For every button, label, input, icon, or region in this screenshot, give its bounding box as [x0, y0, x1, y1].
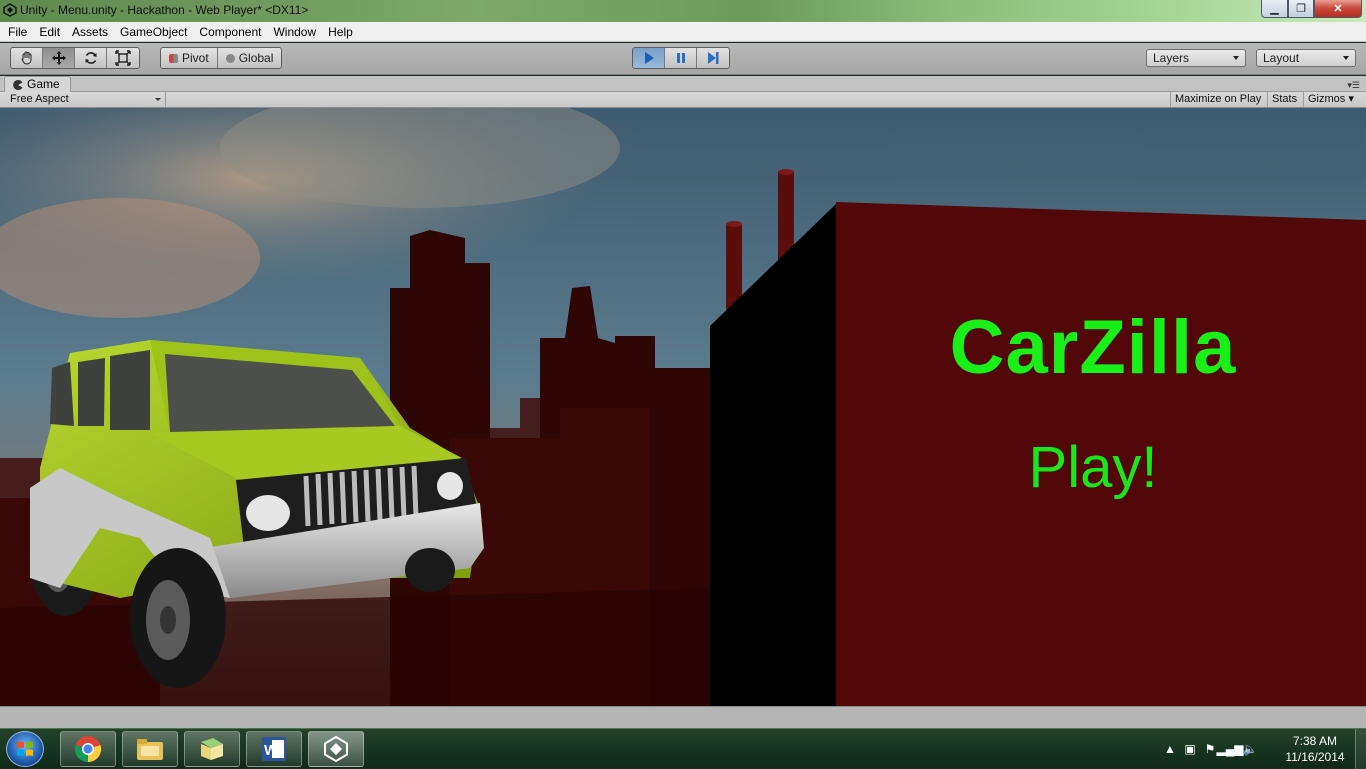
layout-label: Layout [1263, 51, 1300, 65]
tab-game[interactable]: Game [4, 76, 71, 92]
scale-icon [115, 50, 131, 66]
panel-menu-icon[interactable]: ▾☰ [1347, 80, 1360, 91]
minimize-button[interactable]: ▁ [1261, 0, 1288, 18]
menu-component[interactable]: Component [193, 22, 267, 42]
rotate-tool-button[interactable] [75, 48, 107, 68]
game-view[interactable]: CarZilla Play! [0, 108, 1366, 706]
scale-tool-button[interactable] [107, 48, 139, 68]
menu-window[interactable]: Window [267, 22, 322, 42]
windows-logo-icon [17, 741, 33, 756]
status-bar [0, 706, 1366, 728]
file-explorer-icon [137, 739, 163, 760]
taskbar-clock[interactable]: 7:38 AM 11/16/2014 [1280, 733, 1350, 765]
tray-overflow-icon[interactable]: ▲ [1160, 739, 1180, 759]
svg-text:W: W [264, 742, 279, 759]
play-game-button[interactable]: Play! [900, 434, 1286, 501]
chevron-down-icon [1343, 56, 1349, 60]
aspect-label: Free Aspect [10, 93, 69, 105]
menu-edit[interactable]: Edit [33, 22, 66, 42]
close-icon: ✕ [1333, 3, 1343, 15]
chevron-down-icon [1233, 56, 1239, 60]
taskbar-file-explorer[interactable] [122, 731, 178, 767]
chrome-icon [74, 736, 102, 763]
menu-help[interactable]: Help [322, 22, 359, 42]
menu-file[interactable]: File [2, 22, 33, 42]
play-icon [644, 52, 654, 64]
network-device-icon[interactable]: ▣ [1180, 739, 1200, 759]
layers-label: Layers [1153, 51, 1190, 65]
maximize-on-play-toggle[interactable]: Maximize on Play [1170, 92, 1265, 107]
main-toolbar: Pivot Global Layers Layout [0, 43, 1366, 75]
minimize-icon: ▁ [1270, 3, 1279, 15]
taskbar-folder[interactable] [184, 731, 240, 767]
signal-bars-icon[interactable]: ▂▄▆ [1217, 739, 1244, 759]
game-title: CarZilla [949, 305, 1237, 390]
step-icon [708, 52, 719, 64]
move-icon [51, 51, 66, 65]
transform-tools [10, 47, 140, 69]
unity-app-icon [3, 3, 17, 17]
global-label: Global [238, 51, 274, 65]
game-scene-render [0, 108, 1366, 706]
maximize-button[interactable]: ❐ [1288, 0, 1314, 18]
taskbar-chrome[interactable] [60, 731, 116, 767]
menu-bar: File Edit Assets GameObject Component Wi… [0, 22, 1366, 42]
global-toggle[interactable]: Global [217, 48, 282, 68]
gizmos-label: Gizmos [1308, 93, 1346, 105]
chevron-down-icon [155, 98, 161, 101]
globe-icon [225, 53, 235, 63]
gizmos-dropdown[interactable]: Gizmos ▾ [1303, 92, 1358, 107]
pivot-toggles: Pivot Global [160, 47, 283, 69]
show-desktop-button[interactable] [1355, 729, 1366, 769]
tab-game-label: Game [27, 77, 60, 91]
aspect-dropdown[interactable]: Free Aspect [4, 92, 166, 107]
game-controlbar: Free Aspect Maximize on Play Stats Gizmo… [0, 92, 1366, 108]
close-button[interactable]: ✕ [1314, 0, 1362, 18]
menu-assets[interactable]: Assets [66, 22, 114, 42]
start-button[interactable] [6, 731, 44, 767]
word-icon: W [262, 737, 286, 761]
volume-icon[interactable]: 🔈 [1240, 739, 1260, 759]
move-tool-button[interactable] [43, 48, 75, 68]
step-button[interactable] [697, 48, 729, 68]
layout-dropdown[interactable]: Layout [1256, 49, 1356, 67]
folder-files-icon [201, 738, 223, 760]
game-panel-tabbar: Game ▾☰ [0, 76, 1366, 92]
unity-icon [324, 735, 348, 763]
stats-toggle[interactable]: Stats [1267, 92, 1301, 107]
pause-icon [676, 53, 685, 63]
pivot-label: Pivot [182, 51, 209, 65]
pacman-game-icon [13, 79, 23, 90]
play-controls [632, 47, 730, 69]
window-title: Unity - Menu.unity - Hackathon - Web Pla… [20, 3, 309, 17]
maximize-icon: ❐ [1296, 3, 1306, 15]
clock-time: 7:38 AM [1292, 734, 1338, 748]
play-button[interactable] [633, 48, 665, 68]
hand-icon [20, 51, 31, 65]
menu-gameobject[interactable]: GameObject [114, 22, 193, 42]
pivot-icon [169, 53, 178, 63]
layers-dropdown[interactable]: Layers [1146, 49, 1246, 67]
window-titlebar: Unity - Menu.unity - Hackathon - Web Pla… [0, 0, 1366, 22]
pause-button[interactable] [665, 48, 697, 68]
hand-tool-button[interactable] [11, 48, 43, 68]
rotate-icon [85, 52, 96, 64]
windows-taskbar: W ▲ ▣ ⚑ ▂▄▆ 🔈 7:38 AM 11/16/2014 [0, 728, 1366, 769]
taskbar-word[interactable]: W [246, 731, 302, 767]
clock-date: 11/16/2014 [1285, 750, 1345, 764]
pivot-toggle[interactable]: Pivot [161, 48, 218, 68]
taskbar-unity[interactable] [308, 731, 364, 767]
